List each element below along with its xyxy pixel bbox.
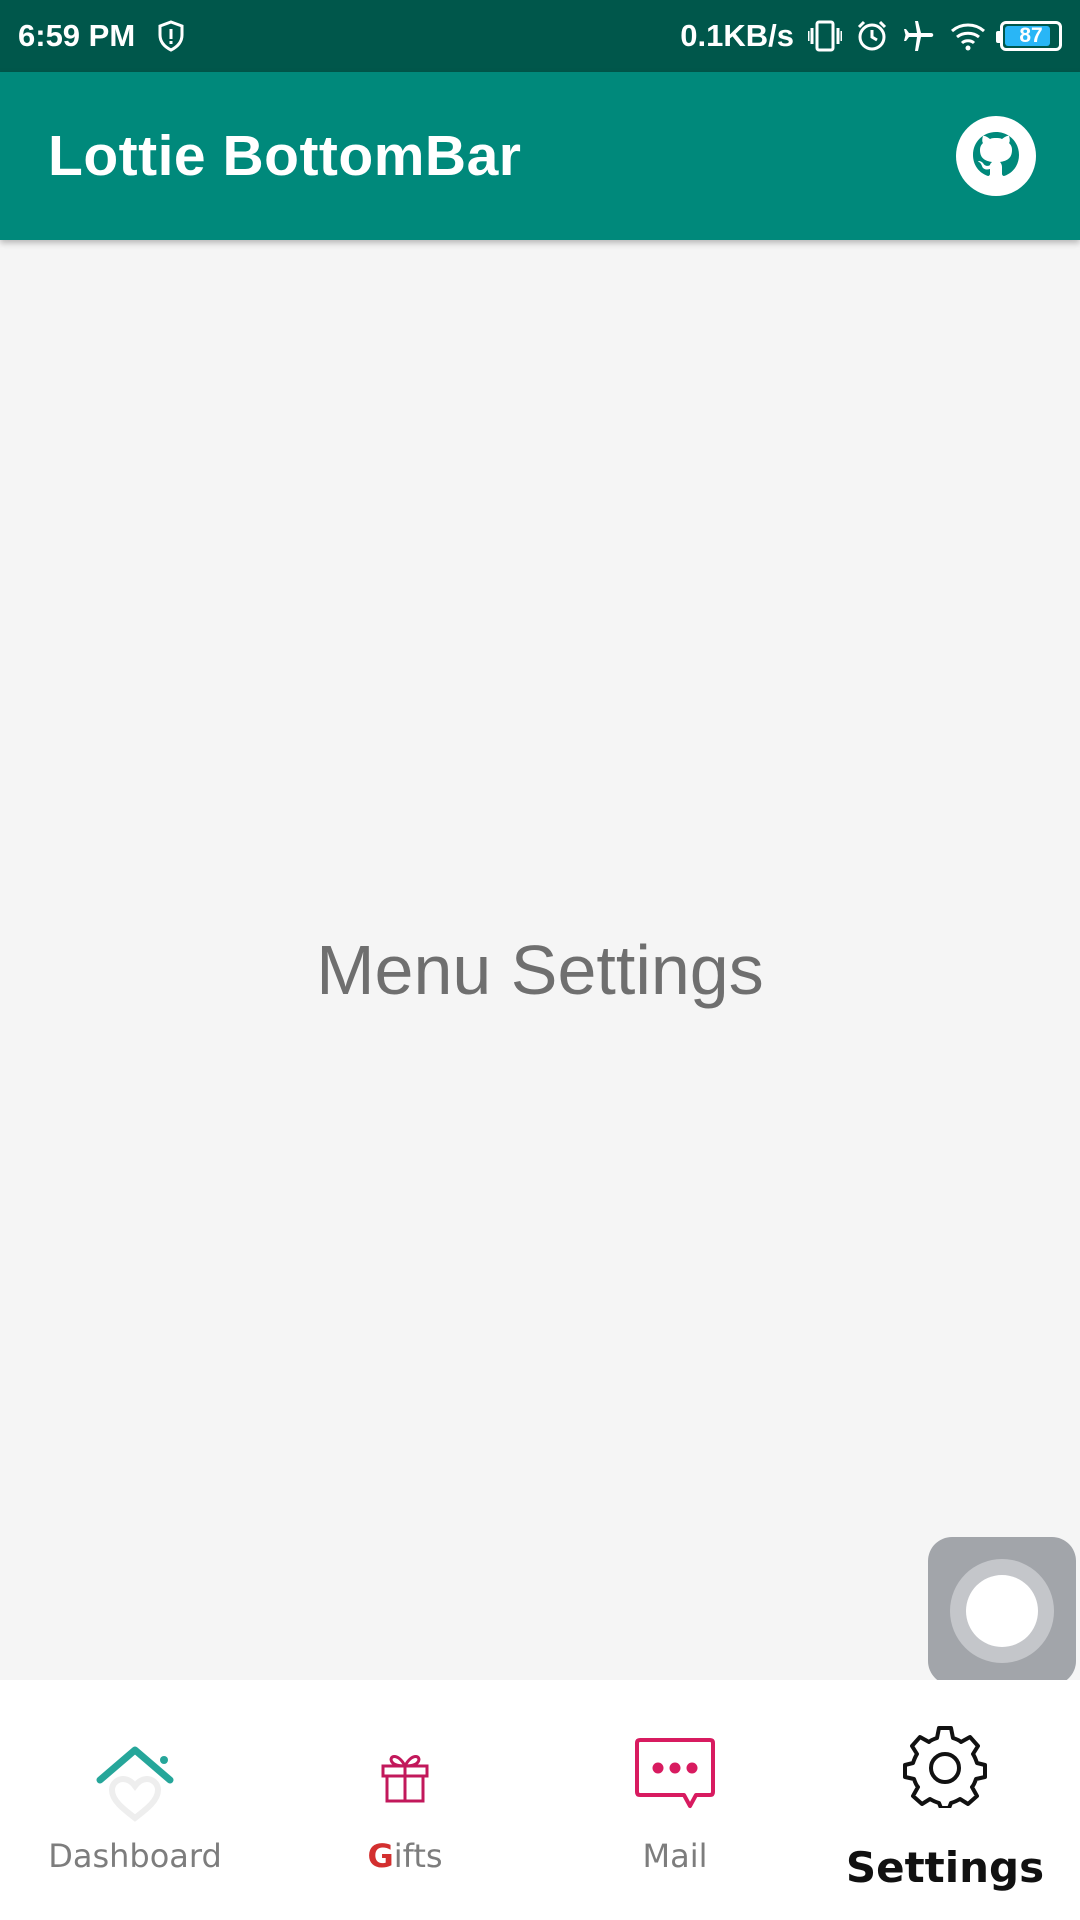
assistive-touch-ring — [950, 1559, 1054, 1663]
battery-nub — [996, 31, 1001, 43]
page-message: Menu Settings — [316, 931, 764, 1009]
status-bar: 6:59 PM 0.1KB/s 87 — [0, 0, 1080, 72]
app-title: Lottie BottomBar — [48, 124, 522, 188]
nav-label-gifts: Gifts — [367, 1837, 442, 1875]
wifi-icon — [950, 21, 986, 51]
nav-item-dashboard[interactable]: Dashboard — [0, 1680, 270, 1920]
nav-item-gifts[interactable]: Gifts — [270, 1680, 540, 1920]
nav-item-mail[interactable]: Mail — [540, 1680, 810, 1920]
airplane-icon — [902, 20, 936, 52]
nav-label-gifts-initial: G — [367, 1837, 394, 1875]
assistive-touch-dot — [966, 1575, 1038, 1647]
nav-label-dashboard: Dashboard — [48, 1837, 222, 1875]
app-bar: Lottie BottomBar — [0, 72, 1080, 240]
github-icon[interactable] — [956, 116, 1036, 196]
gift-icon — [380, 1748, 430, 1809]
chat-bubble-icon — [634, 1736, 716, 1817]
vibrate-icon — [808, 20, 842, 52]
network-speed: 0.1KB/s — [680, 18, 794, 53]
main-content: Menu Settings — [0, 240, 1080, 1680]
status-time: 6:59 PM — [18, 18, 136, 53]
battery-level: 87 — [1019, 24, 1043, 47]
nav-label-mail: Mail — [642, 1837, 708, 1875]
bottom-navigation: Dashboard Gifts Mail Settings — [0, 1680, 1080, 1920]
nav-label-gifts-rest: ifts — [393, 1837, 443, 1875]
nav-label-settings: Settings — [845, 1843, 1045, 1892]
assistive-touch-icon[interactable] — [928, 1537, 1076, 1685]
house-heart-icon — [92, 1736, 178, 1827]
battery-icon: 87 — [996, 21, 1062, 51]
alarm-icon — [856, 20, 888, 52]
shield-alert-icon — [157, 20, 185, 52]
nav-item-settings[interactable]: Settings — [810, 1680, 1080, 1920]
gear-icon — [903, 1724, 987, 1813]
